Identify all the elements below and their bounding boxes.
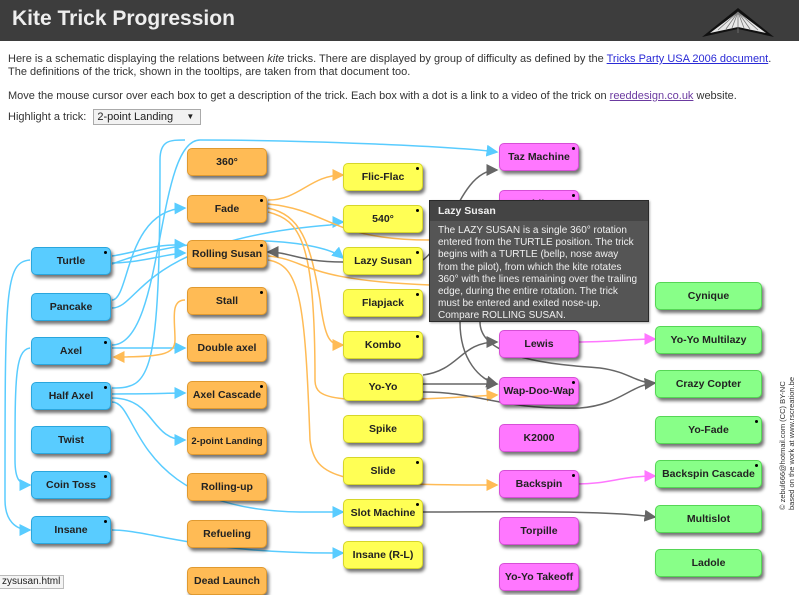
video-dot-icon: [260, 199, 263, 202]
trick-stall[interactable]: Stall: [187, 287, 267, 315]
video-dot-icon: [572, 474, 575, 477]
trick-k2000[interactable]: K2000: [499, 424, 579, 452]
video-dot-icon: [104, 475, 107, 478]
trick-wap-doo-wap[interactable]: Wap-Doo-Wap: [499, 377, 579, 405]
trick-multislot[interactable]: Multislot: [655, 505, 762, 533]
trick-540[interactable]: 540°: [343, 205, 423, 233]
trick-flic-flac[interactable]: Flic-Flac: [343, 163, 423, 191]
trick-slot-machine[interactable]: Slot Machine: [343, 499, 423, 527]
trick-torpille[interactable]: Torpille: [499, 517, 579, 545]
trick-half-axel[interactable]: Half Axel: [31, 382, 111, 410]
edge: [4, 259, 32, 536]
video-dot-icon: [416, 335, 419, 338]
status-bar-url: zysusan.html: [0, 575, 65, 589]
trick-dead-launch[interactable]: Dead Launch: [187, 567, 267, 595]
trick-axel[interactable]: Axel: [31, 337, 111, 365]
trick-taz-machine[interactable]: Taz Machine: [499, 143, 579, 171]
trick-crazy-copter[interactable]: Crazy Copter: [655, 370, 762, 398]
video-dot-icon: [572, 147, 575, 150]
edge: [576, 333, 657, 346]
trick-refueling[interactable]: Refueling: [187, 520, 267, 548]
trick-cynique[interactable]: Cynique: [655, 282, 762, 310]
video-dot-icon: [260, 385, 263, 388]
video-dot-icon: [416, 251, 419, 254]
trick-lewis[interactable]: Lewis: [499, 330, 579, 358]
credit-text: © zebul666@hotmail.com (CC) BY-NC based …: [778, 377, 796, 510]
video-dot-icon: [260, 244, 263, 247]
edge: [111, 397, 187, 446]
edge: [267, 169, 345, 201]
trick-ladole[interactable]: Ladole: [655, 549, 762, 577]
trick-yo-yo-takeoff[interactable]: Yo-Yo Takeoff: [499, 563, 579, 591]
video-dot-icon: [572, 381, 575, 384]
video-dot-icon: [416, 461, 419, 464]
video-dot-icon: [416, 503, 419, 506]
video-dot-icon: [104, 520, 107, 523]
trick-spike[interactable]: Spike: [343, 415, 423, 443]
trick-pancake[interactable]: Pancake: [31, 293, 111, 321]
trick-fade[interactable]: Fade: [187, 195, 267, 223]
video-dot-icon: [755, 464, 758, 467]
trick-yo-yo-multilazy[interactable]: Yo-Yo Multilazy: [655, 326, 762, 354]
tooltip-body: The LAZY SUSAN is a single 360° rotation…: [438, 225, 638, 322]
trick-axel-cascade[interactable]: Axel Cascade: [187, 381, 267, 409]
trick-rolling-up[interactable]: Rolling-up: [187, 473, 267, 501]
video-dot-icon: [416, 293, 419, 296]
trick-backspin[interactable]: Backspin: [499, 470, 579, 498]
video-dot-icon: [104, 341, 107, 344]
trick-insane[interactable]: Insane: [31, 516, 111, 544]
trick-backspin-cascade[interactable]: Backspin Cascade: [655, 460, 762, 488]
video-dot-icon: [755, 420, 758, 423]
trick-360[interactable]: 360°: [187, 148, 267, 176]
trick-2-point-landing[interactable]: 2-point Landing: [187, 427, 267, 455]
trick-lazy-susan[interactable]: Lazy Susan: [343, 247, 423, 275]
video-dot-icon: [572, 194, 575, 197]
trick-flapjack[interactable]: Flapjack: [343, 289, 423, 317]
edge: [14, 347, 32, 491]
trick-yo-fade[interactable]: Yo-Fade: [655, 416, 762, 444]
trick-yo-yo[interactable]: Yo-Yo: [343, 373, 423, 401]
video-dot-icon: [260, 291, 263, 294]
trick-kombo[interactable]: Kombo: [343, 331, 423, 359]
video-dot-icon: [416, 209, 419, 212]
trick-insane-r-l[interactable]: Insane (R-L): [343, 541, 423, 569]
edge: [459, 321, 499, 388]
video-dot-icon: [416, 167, 419, 170]
tooltip-title: Lazy Susan: [430, 201, 648, 221]
edge: [111, 387, 187, 400]
trick-turtle[interactable]: Turtle: [31, 247, 111, 275]
trick-double-axel[interactable]: Double axel: [187, 334, 267, 362]
video-dot-icon: [104, 251, 107, 254]
trick-slide[interactable]: Slide: [343, 457, 423, 485]
trick-twist[interactable]: Twist: [31, 426, 111, 454]
edge: [576, 470, 657, 485]
trick-rolling-susan[interactable]: Rolling Susan: [187, 240, 267, 268]
edge: [267, 207, 345, 351]
trick-coin-toss[interactable]: Coin Toss: [31, 471, 111, 499]
video-dot-icon: [104, 386, 107, 389]
trick-tooltip: Lazy Susan The LAZY SUSAN is a single 36…: [429, 200, 649, 322]
edge: [422, 336, 499, 376]
